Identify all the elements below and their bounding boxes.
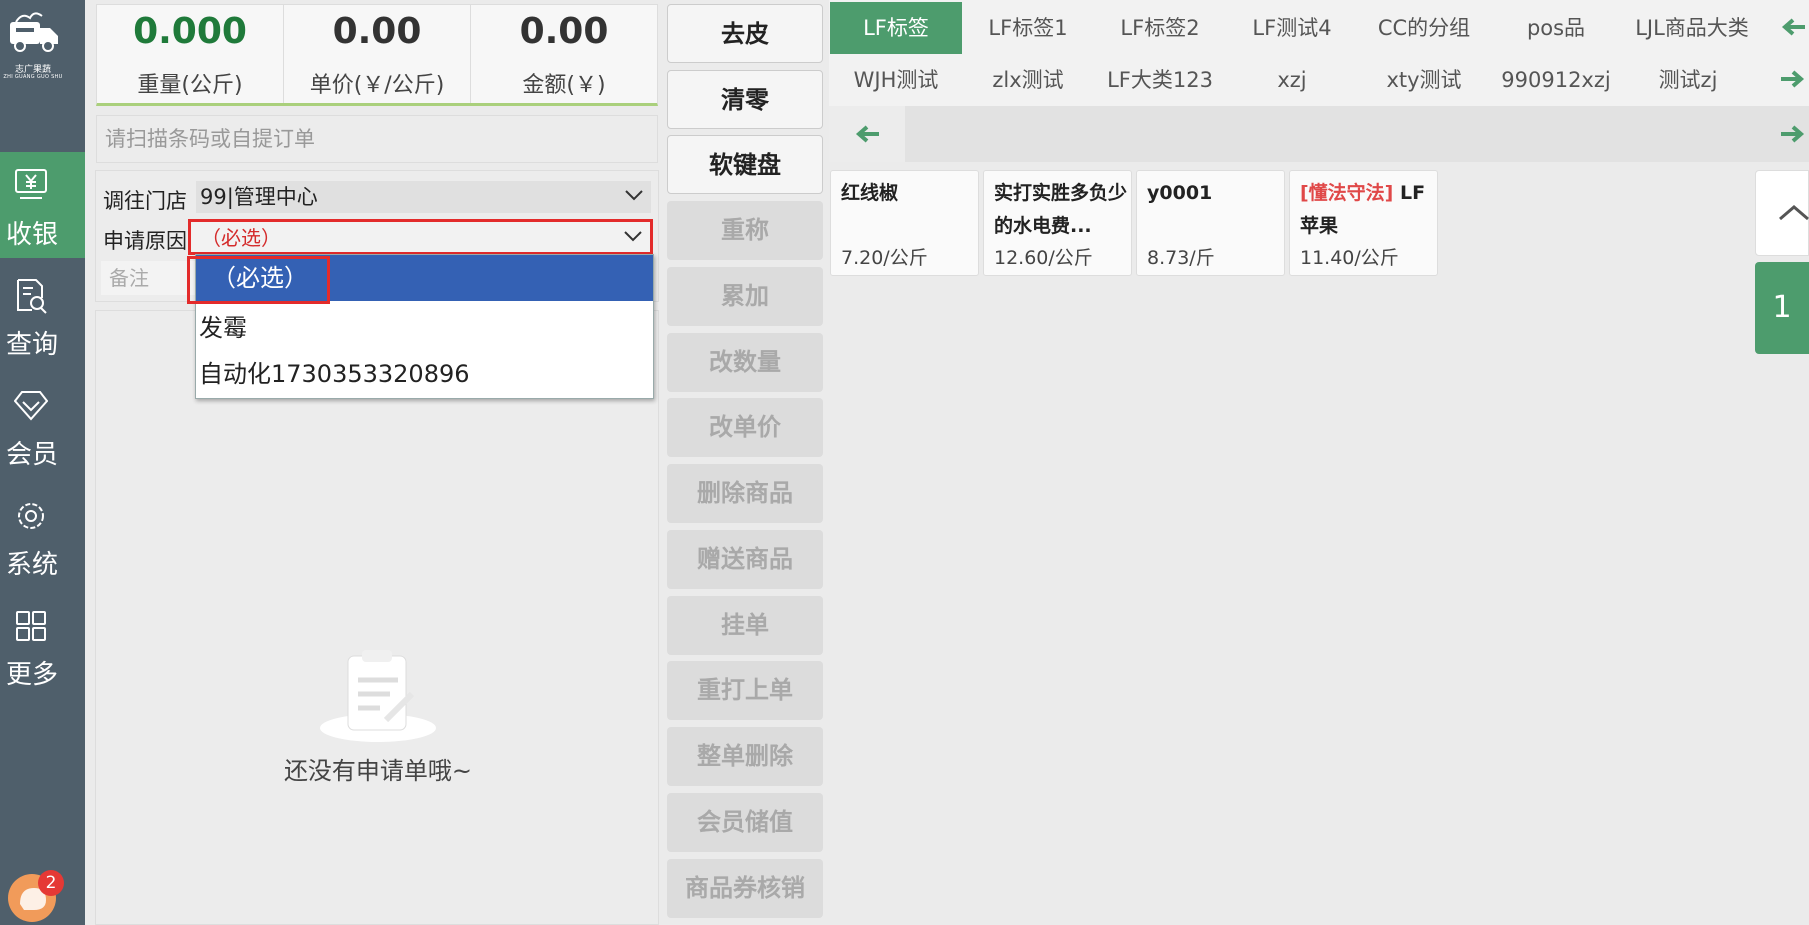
accumulate-button[interactable]: 累加	[667, 267, 823, 326]
change-quantity-button[interactable]: 改数量	[667, 333, 823, 392]
tab-category[interactable]: xzj	[1226, 54, 1358, 106]
product-price: 12.60/公斤	[994, 247, 1093, 269]
reason-select-value: （必选）	[201, 226, 281, 250]
grid-icon	[16, 611, 46, 641]
arrow-right-icon[interactable]	[1779, 68, 1807, 90]
cashier-icon	[15, 169, 47, 199]
change-price-button[interactable]: 改单价	[667, 398, 823, 457]
dropdown-option[interactable]: （必选）	[196, 255, 653, 301]
chevron-up-icon	[1779, 205, 1809, 221]
dropdown-option[interactable]: 发霉	[196, 305, 653, 351]
tab-category[interactable]: 990912xzj	[1490, 54, 1622, 106]
tab-category[interactable]: LF标签1	[962, 2, 1094, 54]
reprint-button[interactable]: 重打上单	[667, 661, 823, 720]
arrow-left-icon[interactable]	[853, 123, 881, 145]
dropdown-option[interactable]: 自动化1730353320896	[196, 351, 653, 397]
settings-icon	[18, 503, 44, 529]
tab-category[interactable]: LF标签	[830, 2, 962, 54]
tab-category[interactable]: pos品	[1490, 2, 1622, 54]
nav-item-cashier[interactable]: 收银	[0, 152, 85, 258]
barcode-input[interactable]: 请扫描条码或自提订单	[96, 115, 658, 163]
tab-category[interactable]: LF测试4	[1226, 2, 1358, 54]
store-select-value: 99|管理中心	[200, 185, 318, 209]
product-tag: [懂法守法]	[1300, 182, 1394, 204]
product-card[interactable]: 红线椒 7.20/公斤	[830, 170, 979, 276]
page-indicator[interactable]: 1	[1755, 262, 1809, 354]
truck-logo-icon	[10, 12, 58, 52]
arrow-left-icon[interactable]	[1779, 16, 1807, 38]
chat-button[interactable]: 2	[8, 870, 64, 922]
hold-order-button[interactable]: 挂单	[667, 596, 823, 655]
tab-category[interactable]: CC的分组	[1358, 2, 1490, 54]
nav-item-more[interactable]: 更多	[0, 592, 85, 697]
chevron-down-icon	[624, 231, 642, 242]
product-card[interactable]: [懂法守法] LF苹果 11.40/公斤	[1289, 170, 1438, 276]
weight-cell: 0.000 重量(公斤)	[97, 5, 284, 103]
reason-dropdown: （必选） 发霉 自动化1730353320896	[195, 254, 654, 399]
pos-app: 志广果蔬 ZHI GUANG GUO SHU 收银 查询 会员 系统 更多 2 …	[0, 0, 1809, 925]
nav-label-cashier: 收银	[5, 220, 58, 250]
store-label: 调往门店	[103, 189, 187, 213]
weight-value: 0.000	[133, 11, 247, 52]
scale-display: 0.000 重量(公斤) 0.00 单价(￥/公斤) 0.00 金额(￥)	[96, 4, 658, 106]
delete-item-button[interactable]: 删除商品	[667, 464, 823, 523]
unit-price-label: 单价(￥/公斤)	[309, 73, 445, 98]
arrow-right-icon[interactable]	[1779, 123, 1807, 145]
delete-order-button[interactable]: 整单删除	[667, 727, 823, 786]
weight-label: 重量(公斤)	[137, 73, 243, 98]
member-topup-button[interactable]: 会员储值	[667, 793, 823, 852]
tab-category[interactable]: xty测试	[1358, 54, 1490, 106]
nav-item-member[interactable]: 会员	[0, 372, 85, 477]
brand-logo: 志广果蔬 ZHI GUANG GUO SHU	[0, 0, 85, 90]
nav-item-query[interactable]: 查询	[0, 262, 85, 367]
nav-label-system: 系统	[5, 550, 58, 580]
remark-input[interactable]: 备注	[101, 261, 201, 295]
reason-select[interactable]: （必选）	[188, 219, 653, 255]
sidebar-nav: 志广果蔬 ZHI GUANG GUO SHU 收银 查询 会员 系统 更多 2	[0, 0, 85, 925]
product-price: 11.40/公斤	[1300, 247, 1399, 269]
scroll-up-button[interactable]	[1755, 170, 1809, 256]
category-tabs: LF标签 LF标签1 LF标签2 LF测试4 CC的分组 pos品 LJL商品大…	[829, 0, 1809, 106]
nav-label-query: 查询	[5, 330, 58, 360]
amount-value: 0.00	[519, 11, 609, 52]
product-price: 8.73/斤	[1147, 247, 1215, 269]
product-card[interactable]: 实打实胜多负少的水电费... 12.60/公斤	[983, 170, 1132, 276]
tab-category[interactable]: zlx测试	[962, 54, 1094, 106]
reason-label: 申请原因	[103, 229, 187, 253]
nav-label-member: 会员	[5, 440, 58, 470]
subcategory-bar	[829, 106, 1809, 162]
order-list: 还没有申请单哦~	[95, 310, 659, 925]
tab-category[interactable]: LF大类123	[1094, 54, 1226, 106]
amount-label: 金额(￥)	[522, 73, 606, 98]
notification-count: 2	[38, 870, 64, 896]
product-name: 红线椒	[841, 182, 899, 204]
empty-clipboard-icon	[320, 650, 436, 742]
brand-name-en: ZHI GUANG GUO SHU	[3, 74, 63, 80]
nav-item-system[interactable]: 系统	[0, 482, 85, 587]
nav-label-more: 更多	[5, 660, 58, 690]
member-icon	[14, 391, 48, 421]
product-card[interactable]: y0001 8.73/斤	[1136, 170, 1285, 276]
store-select[interactable]: 99|管理中心	[196, 181, 651, 213]
tab-category[interactable]: LF标签2	[1094, 2, 1226, 54]
query-icon	[17, 279, 47, 314]
product-price: 7.20/公斤	[841, 247, 928, 269]
amount-cell: 0.00 金额(￥)	[471, 5, 657, 103]
product-name: 实打实胜多负少的水电费...	[994, 182, 1128, 237]
tare-button[interactable]: 去皮	[667, 4, 823, 63]
soft-keyboard-button[interactable]: 软键盘	[667, 135, 823, 194]
tab-category[interactable]: LJL商品大类	[1622, 2, 1762, 54]
product-name: y0001	[1147, 182, 1213, 204]
chevron-down-icon	[625, 190, 643, 201]
gift-item-button[interactable]: 赠送商品	[667, 530, 823, 589]
reweigh-button[interactable]: 重称	[667, 201, 823, 260]
tab-category[interactable]: WJH测试	[830, 54, 962, 106]
unit-price-cell: 0.00 单价(￥/公斤)	[284, 5, 471, 103]
tab-category[interactable]: 测试zj	[1622, 54, 1754, 106]
empty-state-text: 还没有申请单哦~	[283, 757, 473, 785]
unit-price-value: 0.00	[332, 11, 422, 52]
coupon-redeem-button[interactable]: 商品券核销	[667, 859, 823, 918]
zero-button[interactable]: 清零	[667, 70, 823, 129]
